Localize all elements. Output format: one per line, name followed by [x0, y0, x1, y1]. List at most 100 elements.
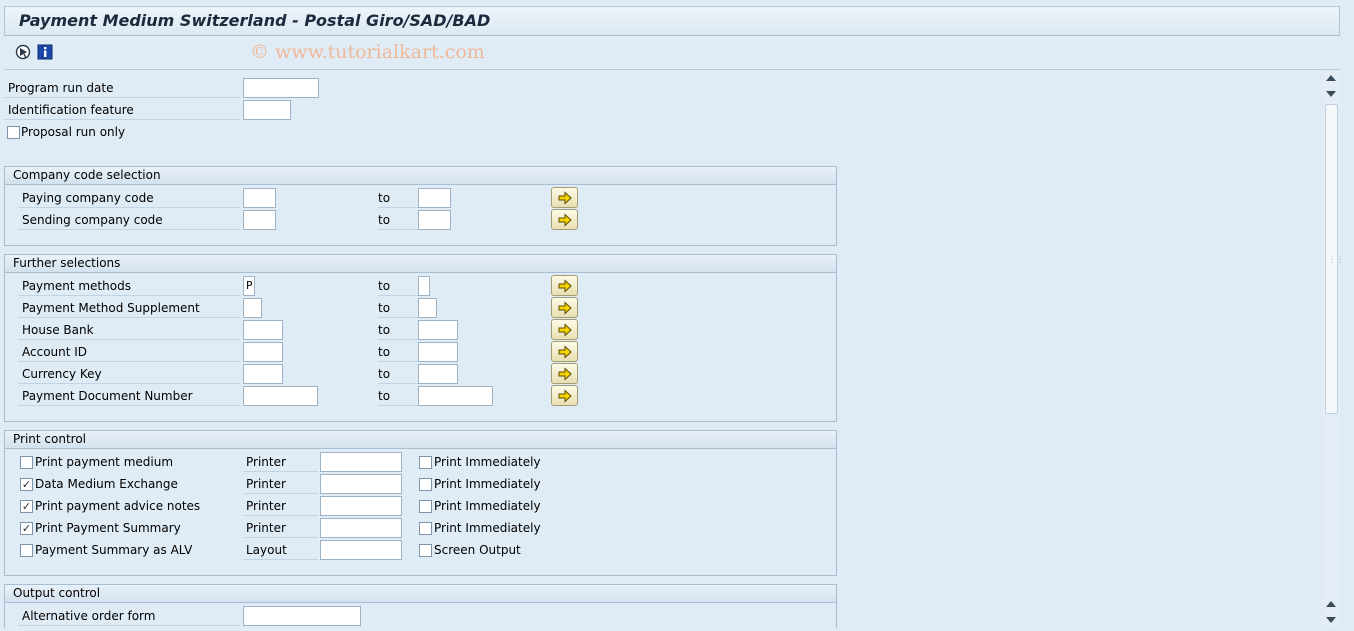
print-immediately-label: Print Immediately: [434, 521, 541, 535]
page-title: Payment Medium Switzerland - Postal Giro…: [19, 11, 491, 30]
select-option-label: Payment Document Number: [18, 386, 240, 406]
to-label: to: [378, 298, 418, 318]
print-option-checkbox[interactable]: ✓: [20, 522, 33, 535]
print-immediately-label: Print Immediately: [434, 477, 541, 491]
multiple-selection-arrow-icon: [558, 366, 572, 381]
scroll-up-icon[interactable]: [1326, 75, 1336, 81]
info-icon[interactable]: [36, 43, 54, 61]
print-immediately-checkbox[interactable]: [419, 456, 432, 469]
to-label: to: [378, 364, 418, 384]
multiple-selection-arrow-icon: [558, 278, 572, 293]
print-option-checkbox[interactable]: [20, 456, 33, 469]
multiple-selection-arrow-icon: [558, 212, 572, 227]
scroll-down-icon[interactable]: [1326, 617, 1336, 623]
sap-window: Payment Medium Switzerland - Postal Giro…: [0, 0, 1354, 631]
page-up-icon[interactable]: [1326, 601, 1336, 607]
print-immediately-label: Screen Output: [434, 543, 521, 557]
print-immediately-checkbox[interactable]: [419, 544, 432, 557]
print-option-checkbox[interactable]: ✓: [20, 500, 33, 513]
select-option-high-field[interactable]: [418, 386, 493, 406]
select-option-high-field[interactable]: [418, 210, 451, 230]
select-option-label: Payment methods: [18, 276, 240, 296]
multiple-selection-button[interactable]: [551, 297, 578, 318]
multiple-selection-arrow-icon: [558, 190, 572, 205]
select-option-high-field[interactable]: [418, 188, 451, 208]
select-option-high-field[interactable]: [418, 342, 458, 362]
application-toolbar: © www.tutorialkart.com: [4, 36, 1340, 70]
print-option-label: Print payment medium: [35, 455, 174, 469]
select-option-high-field[interactable]: [418, 320, 458, 340]
device-field[interactable]: [320, 518, 402, 538]
device-field[interactable]: [320, 474, 402, 494]
multiple-selection-arrow-icon: [558, 322, 572, 337]
select-option-label: Paying company code: [18, 188, 240, 208]
print-option-checkbox[interactable]: ✓: [20, 478, 33, 491]
print-immediately-label: Print Immediately: [434, 455, 541, 469]
print-immediately-label: Print Immediately: [434, 499, 541, 513]
print-option-label: Print Payment Summary: [35, 521, 181, 535]
selection-screen: Program run date Identification feature …: [4, 71, 1322, 628]
select-option-high-field[interactable]: [418, 298, 437, 318]
to-label: to: [378, 276, 418, 296]
alternative-order-form-field[interactable]: [243, 606, 361, 626]
device-label: Printer: [244, 452, 318, 472]
print-immediately-checkbox[interactable]: [419, 500, 432, 513]
device-label: Printer: [244, 496, 318, 516]
to-label: to: [378, 210, 418, 230]
select-option-low-field[interactable]: [243, 320, 283, 340]
print-option-label: Data Medium Exchange: [35, 477, 178, 491]
select-option-high-field[interactable]: [418, 276, 430, 296]
multiple-selection-arrow-icon: [558, 300, 572, 315]
program-run-date-label: Program run date: [4, 78, 240, 98]
multiple-selection-button[interactable]: [551, 319, 578, 340]
multiple-selection-button[interactable]: [551, 187, 578, 208]
identification-feature-label: Identification feature: [4, 100, 240, 120]
multiple-selection-arrow-icon: [558, 344, 572, 359]
group-header: Output control: [5, 585, 836, 603]
select-option-label: House Bank: [18, 320, 240, 340]
multiple-selection-arrow-icon: [558, 388, 572, 403]
vertical-scrollbar[interactable]: ⋮⋮: [1323, 71, 1344, 628]
multiple-selection-button[interactable]: [551, 385, 578, 406]
print-option-label: Print payment advice notes: [35, 499, 201, 513]
device-field[interactable]: [320, 452, 402, 472]
group-header: Company code selection: [5, 167, 836, 185]
to-label: to: [378, 320, 418, 340]
proposal-run-only-checkbox[interactable]: [7, 126, 20, 139]
device-label: Layout: [244, 540, 318, 560]
select-option-low-field[interactable]: [243, 386, 318, 406]
to-label: to: [378, 342, 418, 362]
print-option-label: Payment Summary as ALV: [35, 543, 193, 557]
identification-feature-field[interactable]: [243, 100, 291, 120]
program-run-date-field[interactable]: [243, 78, 319, 98]
select-option-label: Currency Key: [18, 364, 240, 384]
title-bar: Payment Medium Switzerland - Postal Giro…: [4, 6, 1340, 36]
select-option-label: Sending company code: [18, 210, 240, 230]
scrollbar-thumb[interactable]: ⋮⋮: [1325, 104, 1344, 414]
execute-icon[interactable]: [14, 43, 32, 61]
device-field[interactable]: [320, 496, 402, 516]
print-option-checkbox[interactable]: [20, 544, 33, 557]
to-label: to: [378, 188, 418, 208]
group-header: Further selections: [5, 255, 836, 273]
select-option-low-field[interactable]: [243, 210, 276, 230]
select-option-low-field[interactable]: [243, 364, 283, 384]
select-option-low-field[interactable]: [243, 188, 276, 208]
multiple-selection-button[interactable]: [551, 341, 578, 362]
select-option-low-field[interactable]: [243, 342, 283, 362]
select-option-low-field[interactable]: P: [243, 276, 255, 296]
select-option-high-field[interactable]: [418, 364, 458, 384]
select-option-low-field[interactable]: [243, 298, 262, 318]
watermark: © www.tutorialkart.com: [250, 41, 485, 63]
multiple-selection-button[interactable]: [551, 363, 578, 384]
multiple-selection-button[interactable]: [551, 209, 578, 230]
print-immediately-checkbox[interactable]: [419, 522, 432, 535]
multiple-selection-button[interactable]: [551, 275, 578, 296]
proposal-run-only-label: Proposal run only: [21, 125, 126, 139]
print-immediately-checkbox[interactable]: [419, 478, 432, 491]
page-down-icon[interactable]: [1326, 91, 1336, 97]
to-label: to: [378, 386, 418, 406]
select-option-label: Payment Method Supplement: [18, 298, 240, 318]
device-field[interactable]: [320, 540, 402, 560]
select-option-label: Account ID: [18, 342, 240, 362]
